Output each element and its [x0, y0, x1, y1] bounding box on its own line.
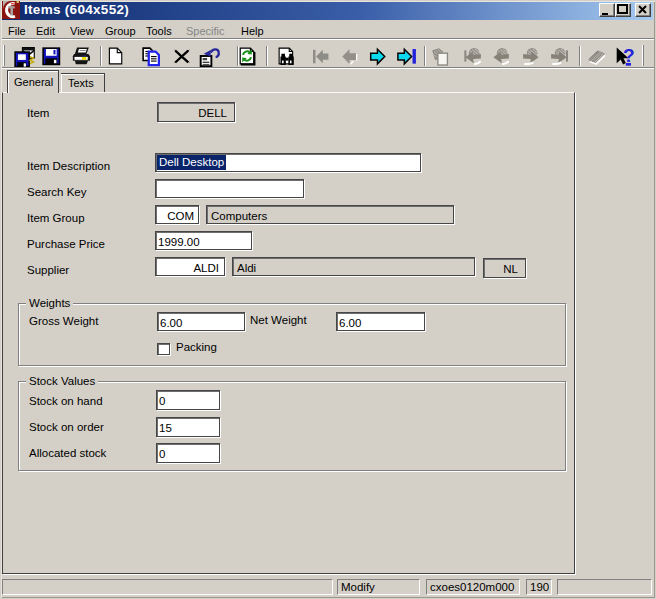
svg-text:?: ?: [623, 45, 635, 66]
